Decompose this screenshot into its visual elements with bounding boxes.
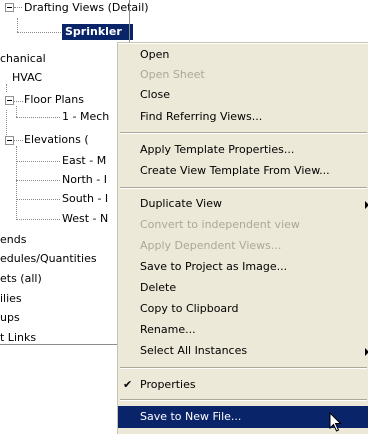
tree-item-view[interactable]: 1 - Mech [62,109,109,125]
tree-item-view[interactable]: South - I [62,191,108,207]
menu-item-label: Find Referring Views... [140,110,263,123]
project-browser-tree: Drafting Views (Detail) Sprinkler Head D… [0,0,149,345]
tree-item-label: 1 - Mech [62,110,110,123]
tree-item-label: Elevations ( [24,133,89,146]
mouse-pointer-icon [329,412,342,432]
tree-item-floor-plans[interactable]: Floor Plans [24,92,84,108]
tree-item-label: edules/Quantities [0,252,97,265]
menu-item-open-sheet: Open Sheet [118,65,368,85]
tree-connector [14,101,23,102]
tree-item-label: Floor Plans [24,93,84,106]
menu-item-label: Convert to independent view [140,218,300,231]
menu-item-close[interactable]: Close [118,85,368,105]
tree-connector [16,219,60,220]
tree-item-label: Sprinkler Head Drop Detail [65,25,122,38]
menu-item-label: Create View Template From View... [140,164,330,177]
tree-item-label: ilies [0,292,22,305]
menu-item-duplicate-view[interactable]: Duplicate View [118,194,368,214]
tree-item-label: West - N [62,212,109,225]
menu-separator [120,132,367,134]
tree-item-schedules[interactable]: edules/Quantities [0,251,97,267]
checkmark-icon: ✔ [123,378,133,391]
tree-connector [16,161,60,162]
tree-connector [17,18,18,32]
tree-item-families[interactable]: ilies [0,291,22,307]
menu-item-label: Open [140,48,170,61]
tree-connector [14,140,23,141]
menu-item-label: Select All Instances [140,344,248,357]
tree-connector [17,32,61,33]
tree-connector [14,7,22,8]
tree-item-mechanical[interactable]: chanical [0,51,46,67]
tree-item-label: t Links [0,331,37,344]
tree-connector [16,199,60,200]
tree-item-sheets[interactable]: ets (all) [0,271,42,287]
menu-item-label: Apply Template Properties... [140,143,295,156]
menu-item-properties[interactable]: ✔ Properties [118,375,368,395]
menu-item-select-all-instances[interactable]: Select All Instances [118,341,368,361]
menu-item-open[interactable]: Open [118,45,368,65]
tree-connector [16,146,17,220]
menu-item-rename[interactable]: Rename... [118,320,368,340]
menu-item-label: Properties [140,378,196,391]
tree-item-label: HVAC [12,71,43,84]
tree-item-view[interactable]: East - M [62,153,106,169]
menu-item-label: Rename... [140,323,196,336]
collapse-toggle[interactable] [5,136,14,145]
menu-item-find-referring-views[interactable]: Find Referring Views... [118,107,368,127]
menu-item-save-as-image[interactable]: Save to Project as Image... [118,257,368,277]
menu-item-label: Delete [140,281,177,294]
tree-connector [6,84,7,92]
collapse-toggle[interactable] [5,96,14,105]
tree-item-label: North - I [62,173,107,186]
tree-connector [16,106,17,117]
tree-item-label: ends [0,233,27,246]
collapse-toggle[interactable] [5,3,14,12]
tree-item-label: East - M [62,154,107,167]
tree-item-label: ups [0,311,20,324]
menu-item-create-view-template[interactable]: Create View Template From View... [118,161,368,181]
tree-item-groups[interactable]: ups [0,310,20,326]
menu-item-label: Copy to Clipboard [140,302,239,315]
context-menu: Open Open Sheet Close Find Referring Vie… [117,42,368,434]
tree-item-view[interactable]: North - I [62,172,107,188]
tree-connector [16,117,60,118]
menu-item-label: Save to New File... [140,410,242,423]
menu-item-label: Apply Dependent Views... [140,239,282,252]
menu-separator [120,367,367,369]
menu-item-label: Close [140,88,170,101]
tree-item-selected-view[interactable]: Sprinkler Head Drop Detail [62,24,133,40]
menu-item-apply-dependent-views: Apply Dependent Views... [118,236,368,256]
tree-item-elevations[interactable]: Elevations ( [24,132,89,148]
menu-item-delete[interactable]: Delete [118,278,368,298]
tree-border [0,344,130,345]
menu-item-apply-template-properties[interactable]: Apply Template Properties... [118,140,368,160]
tree-item-label: ets (all) [0,272,42,285]
menu-separator [120,187,367,189]
tree-item-label: South - I [62,192,109,205]
menu-item-convert-independent: Convert to independent view [118,215,368,235]
menu-separator [120,399,367,401]
menu-item-copy-to-clipboard[interactable]: Copy to Clipboard [118,299,368,319]
tree-item-legends[interactable]: ends [0,232,26,248]
tree-item-label: chanical [0,52,46,65]
tree-item-view[interactable]: West - N [62,211,108,227]
menu-item-label: Save to Project as Image... [140,260,288,273]
tree-connector [16,180,60,181]
tree-item-hvac[interactable]: HVAC [12,70,42,86]
menu-item-label: Duplicate View [140,197,223,210]
menu-item-label: Open Sheet [140,68,205,81]
